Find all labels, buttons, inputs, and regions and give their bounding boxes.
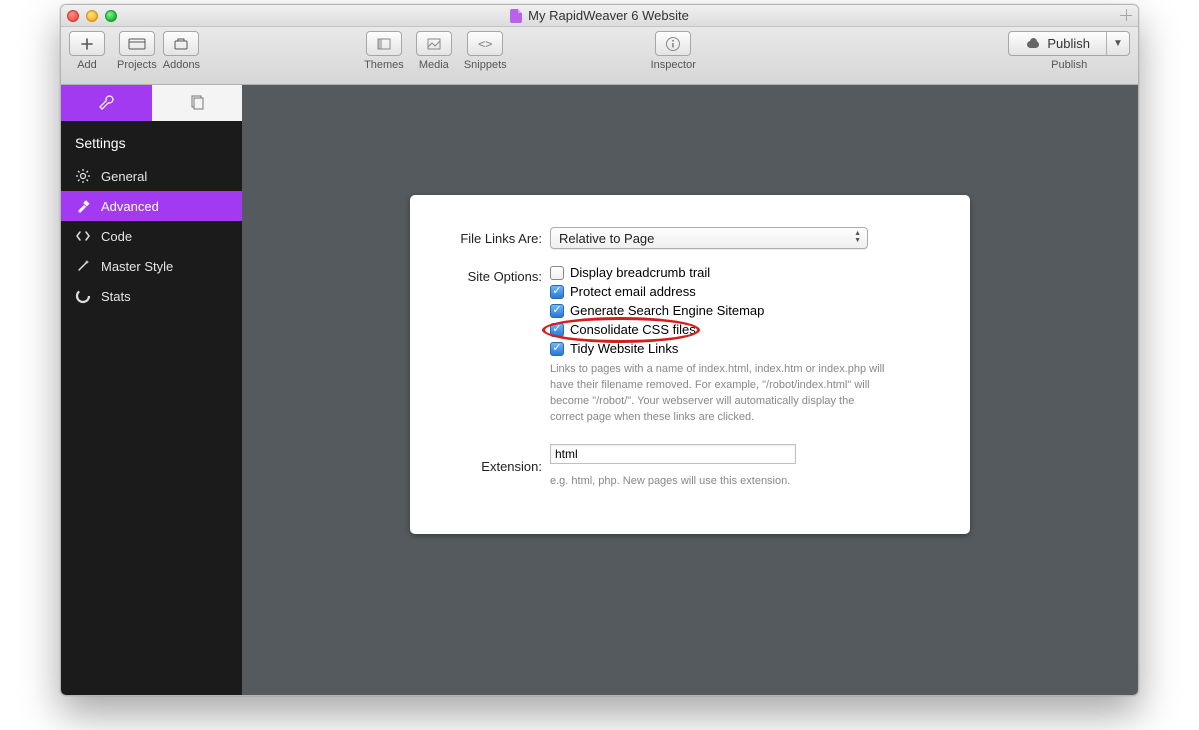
option-protect-email[interactable]: ✓ Protect email address [550, 284, 940, 299]
publish-button[interactable]: Publish ▼ [1008, 31, 1130, 56]
tidy-help-text: Links to pages with a name of index.html… [550, 362, 885, 426]
sidebar-tab-settings[interactable] [61, 85, 152, 121]
option-breadcrumb[interactable]: Display breadcrumb trail [550, 265, 940, 280]
checkbox-icon[interactable]: ✓ [550, 342, 564, 356]
sidebar-item-label: General [101, 169, 147, 184]
media-label: Media [419, 59, 449, 71]
sidebar: Settings General Advanced Code [61, 85, 242, 695]
zoom-window-button[interactable] [105, 10, 117, 22]
traffic-lights [67, 10, 117, 22]
checkbox-icon[interactable]: ✓ [550, 285, 564, 299]
publish-label: Publish [1047, 36, 1090, 51]
projects-button[interactable] [119, 31, 155, 56]
file-links-select[interactable]: Relative to Page ▲▼ [550, 227, 868, 249]
checkbox-icon[interactable] [550, 266, 564, 280]
sidebar-item-label: Code [101, 229, 132, 244]
hammer-icon [75, 198, 91, 214]
sidebar-header: Settings [61, 121, 242, 161]
close-window-button[interactable] [67, 10, 79, 22]
add-button[interactable] [69, 31, 105, 56]
checkbox-icon[interactable]: ✓ [550, 323, 564, 337]
projects-label: Projects [117, 59, 157, 71]
sidebar-item-label: Master Style [101, 259, 173, 274]
extension-input[interactable] [550, 444, 796, 464]
minimize-window-button[interactable] [86, 10, 98, 22]
gear-icon [75, 168, 91, 184]
option-label: Tidy Website Links [570, 341, 678, 356]
file-links-label: File Links Are: [440, 227, 550, 246]
wand-icon [75, 258, 91, 274]
code-icon [75, 228, 91, 244]
fullscreen-icon[interactable] [1120, 9, 1132, 21]
window-title: My RapidWeaver 6 Website [528, 8, 689, 23]
checkbox-icon[interactable]: ✓ [550, 304, 564, 318]
titlebar: My RapidWeaver 6 Website [61, 5, 1138, 27]
publish-dropdown[interactable]: ▼ [1107, 32, 1129, 55]
toolbar: Add Projects Addons Themes [61, 27, 1138, 85]
sidebar-item-label: Stats [101, 289, 131, 304]
body: Settings General Advanced Code [61, 85, 1138, 695]
file-links-value: Relative to Page [559, 231, 654, 246]
option-label: Generate Search Engine Sitemap [570, 303, 764, 318]
sidebar-tabs [61, 85, 242, 121]
sidebar-tab-pages[interactable] [152, 85, 243, 121]
select-arrows-icon: ▲▼ [854, 230, 861, 244]
addons-button[interactable] [163, 31, 199, 56]
sidebar-item-stats[interactable]: Stats [61, 281, 242, 311]
option-tidy-links[interactable]: ✓ Tidy Website Links [550, 341, 940, 356]
extension-label: Extension: [440, 459, 550, 474]
publish-section-label: Publish [1051, 59, 1087, 71]
inspector-button[interactable] [655, 31, 691, 56]
option-label: Consolidate CSS files [570, 322, 696, 337]
extension-help-text: e.g. html, php. New pages will use this … [550, 474, 885, 490]
sidebar-item-label: Advanced [101, 199, 159, 214]
cloud-icon [1025, 39, 1041, 49]
document-icon [510, 9, 522, 23]
pages-icon [188, 94, 206, 112]
sidebar-item-master-style[interactable]: Master Style [61, 251, 242, 281]
addons-label: Addons [163, 59, 200, 71]
settings-panel: File Links Are: Relative to Page ▲▼ Site… [410, 195, 970, 534]
sidebar-item-code[interactable]: Code [61, 221, 242, 251]
option-label: Display breadcrumb trail [570, 265, 710, 280]
themes-button[interactable] [366, 31, 402, 56]
snippets-button[interactable]: <> [467, 31, 503, 56]
wrench-icon [97, 94, 115, 112]
sidebar-item-advanced[interactable]: Advanced [61, 191, 242, 221]
inspector-label: Inspector [651, 59, 696, 71]
window-title-wrap: My RapidWeaver 6 Website [61, 8, 1138, 23]
site-options-label: Site Options: [440, 265, 550, 284]
snippets-label: Snippets [464, 59, 507, 71]
stats-icon [75, 288, 91, 304]
option-consolidate-css[interactable]: ✓ Consolidate CSS files [550, 322, 940, 337]
option-label: Protect email address [570, 284, 696, 299]
content-area: File Links Are: Relative to Page ▲▼ Site… [242, 85, 1138, 695]
option-sitemap[interactable]: ✓ Generate Search Engine Sitemap [550, 303, 940, 318]
sidebar-item-general[interactable]: General [61, 161, 242, 191]
media-button[interactable] [416, 31, 452, 56]
themes-label: Themes [364, 59, 404, 71]
app-window: My RapidWeaver 6 Website Add Projects Ad… [60, 4, 1139, 696]
add-label: Add [77, 59, 97, 71]
